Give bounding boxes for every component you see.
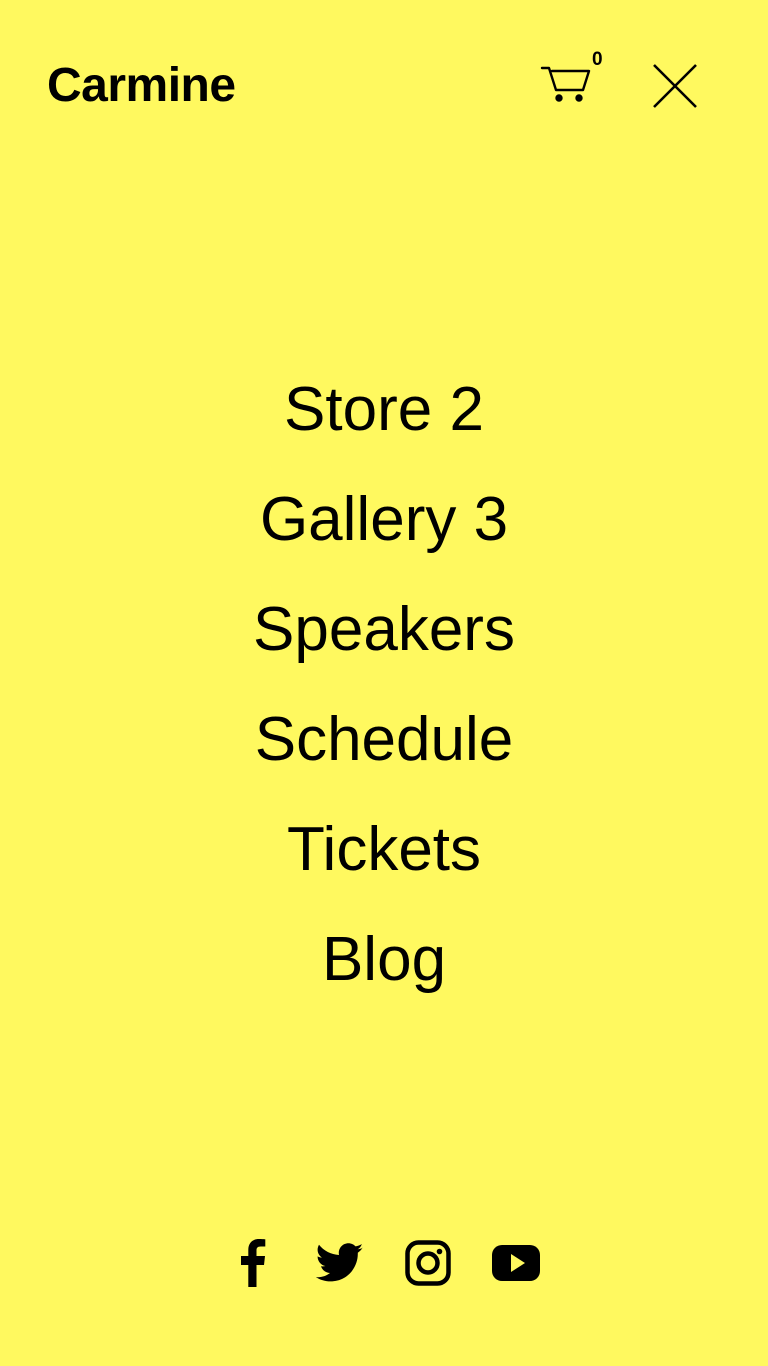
- social-links: [0, 1236, 768, 1290]
- nav-item-tickets: Tickets: [0, 795, 768, 905]
- twitter-link[interactable]: [316, 1238, 364, 1288]
- main-navigation-menu: Store 2 Gallery 3 Speakers Schedule Tick…: [0, 355, 768, 1015]
- cart-icon: [540, 66, 591, 102]
- nav-link-blog[interactable]: Blog: [322, 925, 446, 994]
- close-icon: [653, 64, 697, 108]
- header: Carmine 0: [0, 0, 768, 170]
- youtube-link[interactable]: [492, 1238, 540, 1288]
- nav-item-store-2: Store 2: [0, 355, 768, 465]
- facebook-link[interactable]: [228, 1238, 276, 1288]
- cart-button[interactable]: 0: [540, 50, 608, 106]
- nav-link-tickets[interactable]: Tickets: [287, 815, 481, 884]
- facebook-icon: [241, 1239, 266, 1287]
- instagram-icon: [405, 1240, 451, 1286]
- nav-item-blog: Blog: [0, 905, 768, 1015]
- twitter-icon: [316, 1243, 364, 1282]
- nav-link-speakers[interactable]: Speakers: [253, 595, 515, 664]
- site-logo[interactable]: Carmine: [47, 58, 236, 114]
- nav-item-gallery-3: Gallery 3: [0, 465, 768, 575]
- youtube-icon: [492, 1245, 540, 1281]
- nav-link-schedule[interactable]: Schedule: [255, 705, 514, 774]
- instagram-link[interactable]: [404, 1238, 452, 1288]
- cart-count-badge: 0: [592, 49, 603, 70]
- nav-item-schedule: Schedule: [0, 685, 768, 795]
- nav-link-gallery-3[interactable]: Gallery 3: [260, 485, 508, 554]
- nav-item-speakers: Speakers: [0, 575, 768, 685]
- nav-link-store-2[interactable]: Store 2: [284, 375, 484, 444]
- close-menu-button[interactable]: [650, 61, 700, 111]
